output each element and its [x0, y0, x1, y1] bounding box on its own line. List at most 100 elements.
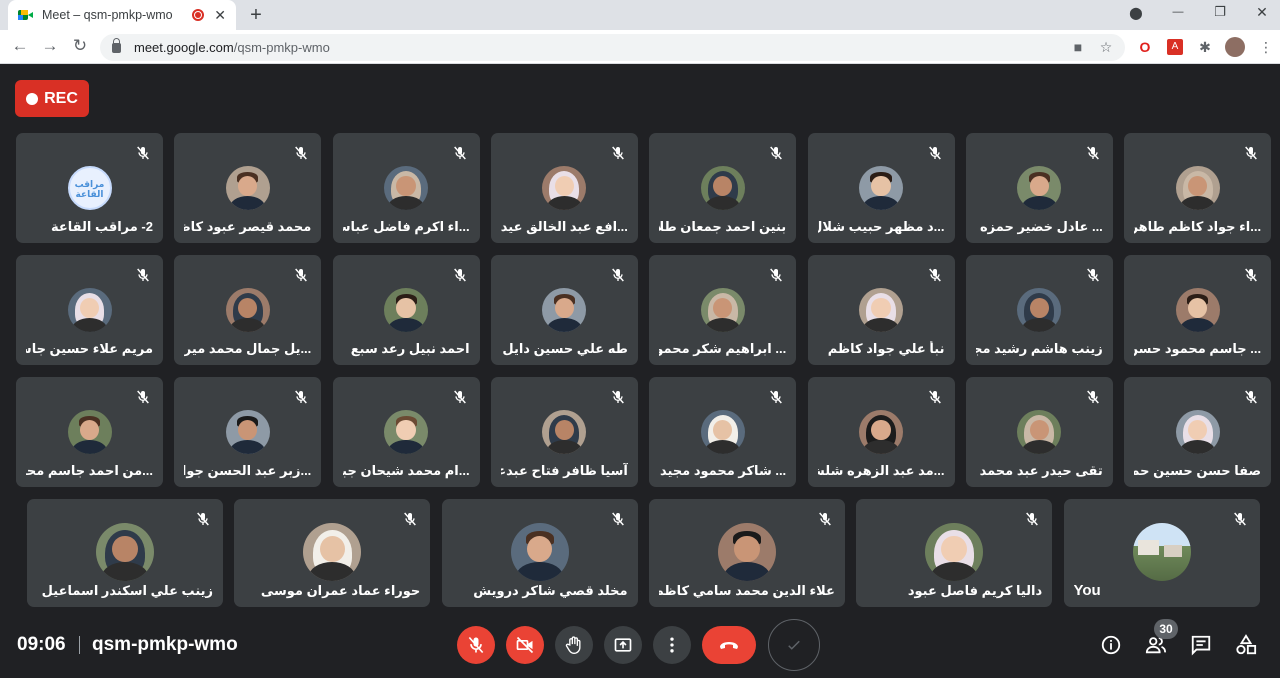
participant-tile[interactable]: حوراء عماد عمران موسى [234, 499, 431, 607]
opera-extension-icon[interactable]: O [1137, 39, 1153, 55]
participant-avatar [384, 166, 429, 210]
participant-name: ...ام محمد شيحان جبر [342, 463, 470, 478]
participant-tile[interactable]: ...ام محمد شيحان جبر [332, 377, 480, 487]
participant-tile[interactable]: نبأ علي جواد كاظم [807, 255, 955, 365]
participant-name: علاء الدين محمد سامي كاظم [658, 583, 835, 598]
participant-tile[interactable]: ...يل جمال محمد ميرزا [174, 255, 322, 365]
forward-arrow-icon[interactable]: → [40, 36, 60, 56]
participant-tile[interactable]: تقى حيدر عبد محمد [965, 377, 1113, 487]
phone-hangup-icon [720, 642, 738, 649]
participant-name: ...من احمد جاسم محمد [26, 463, 153, 478]
participant-tile[interactable]: احمد نبيل رعد سبع [332, 255, 480, 365]
mic-toggle-button[interactable] [457, 626, 495, 664]
participant-tile[interactable]: زينب هاشم رشيد مجيد [965, 255, 1113, 365]
participant-avatar [67, 410, 112, 454]
participant-name: مريم علاء حسين جاسم [26, 341, 153, 356]
activities-button[interactable] [1234, 633, 1258, 657]
chat-button[interactable] [1189, 633, 1213, 657]
participant-tile[interactable]: ... ابراهيم شكر محمود [649, 255, 797, 365]
participant-tile[interactable]: مخلد قصي شاكر درويش [441, 499, 638, 607]
hand-icon [565, 636, 581, 655]
participant-tile[interactable]: You [1063, 499, 1260, 607]
participant-name: ...زبر عبد الحسن جواد [184, 463, 312, 478]
present-screen-icon [614, 638, 632, 652]
participant-avatar [1175, 288, 1220, 332]
participant-name: ...افع عبد الخالق عيدان [500, 219, 628, 234]
participant-tile[interactable]: صفا حسن حسين حمد [1124, 377, 1272, 487]
participant-name: صفا حسن حسين حمد [1134, 463, 1262, 478]
mic-off-icon [768, 267, 784, 283]
participant-tile[interactable]: آسيا ظافر فتاح عبدعلي [490, 377, 638, 487]
back-arrow-icon[interactable]: ← [10, 36, 30, 56]
participant-name: ...اء اكرم فاضل عباس [342, 219, 470, 234]
participant-tile[interactable]: مريم علاء حسين جاسم [16, 255, 163, 365]
mic-off-icon [452, 267, 468, 283]
participant-tile[interactable]: ... شاكر محمود مجيد [649, 377, 797, 487]
participant-tile[interactable]: ...افع عبد الخالق عيدان [490, 133, 638, 243]
participant-tile[interactable]: ...مد عبد الزهره شلش [807, 377, 955, 487]
maximize-button[interactable]: ❐ [1210, 4, 1230, 20]
browser-tab-strip: Meet – qsm-pmkp-wmo ✕ + ⬤ — ❐ ✕ [0, 0, 1280, 30]
pdf-extension-icon[interactable]: A [1167, 39, 1183, 55]
participant-tile[interactable]: بنين احمد جمعان طلاع [649, 133, 797, 243]
omnibox[interactable]: meet.google.com/qsm-pmkp-wmo [100, 34, 1125, 61]
participant-avatar [859, 410, 903, 454]
meeting-code: qsm-pmkp-wmo [92, 634, 238, 655]
tab-close-button[interactable]: ✕ [214, 7, 226, 24]
participant-avatar [510, 523, 569, 581]
browser-tab[interactable]: Meet – qsm-pmkp-wmo ✕ [8, 0, 236, 30]
participant-tile[interactable]: علاء الدين محمد سامي كاظم [648, 499, 845, 607]
participant-name: ... شاكر محمود مجيد [660, 463, 787, 478]
participant-tile[interactable]: ... جاسم محمود حسن [1124, 255, 1272, 365]
participant-avatar [67, 288, 112, 332]
raise-hand-button[interactable] [555, 626, 593, 664]
new-tab-button[interactable]: + [246, 4, 266, 27]
browser-menu-icon[interactable]: ⋮ [1258, 39, 1274, 55]
participant-tile[interactable]: ...زبر عبد الحسن جواد [174, 377, 322, 487]
profile-avatar[interactable] [1225, 37, 1245, 57]
participant-name: احمد نبيل رعد سبع [350, 341, 470, 356]
extension-status-button[interactable] [768, 619, 820, 671]
participant-avatar [1017, 166, 1062, 210]
camera-permission-icon[interactable]: ■ [1070, 39, 1086, 55]
participant-avatar [700, 410, 745, 454]
participant-tile[interactable]: طه علي حسين دايل [490, 255, 638, 365]
participant-tile[interactable]: زينب علي اسكندر اسماعيل [27, 499, 223, 607]
address-toolbar: ← → ↻ meet.google.com/qsm-pmkp-wmo ■ ☆ O… [0, 30, 1280, 64]
mic-off-icon [195, 511, 211, 527]
participant-tile[interactable]: ... عادل خضير حمزه [965, 133, 1113, 243]
tab-search-icon[interactable]: ⬤ [1126, 6, 1146, 20]
mic-off-icon [610, 511, 626, 527]
participant-tile[interactable]: مراقب القاعة 2- مراقب القاعة [16, 133, 163, 243]
participant-tile[interactable]: محمد قيصر عبود كاظم [174, 133, 322, 243]
participant-avatar [859, 166, 903, 210]
mic-off-icon [1085, 145, 1101, 161]
window-close-button[interactable]: ✕ [1252, 4, 1272, 21]
mic-off-icon [293, 145, 309, 161]
extensions-puzzle-icon[interactable]: ✱ [1197, 39, 1213, 55]
meeting-details-button[interactable] [1099, 633, 1123, 657]
present-screen-button[interactable] [604, 626, 642, 664]
lock-icon [112, 37, 121, 53]
meeting-clock: 09:06 [17, 634, 66, 655]
reload-icon[interactable]: ↻ [70, 36, 90, 56]
mic-off-icon [1243, 389, 1259, 405]
more-options-button[interactable] [653, 626, 691, 664]
participant-tile[interactable]: ...اء اكرم فاضل عباس [332, 133, 480, 243]
participant-avatar [225, 288, 270, 332]
mic-off-icon [768, 145, 784, 161]
shapes-icon [1236, 634, 1257, 655]
participant-avatar [1017, 288, 1062, 332]
bookmark-star-icon[interactable]: ☆ [1098, 39, 1114, 55]
participant-avatar [700, 288, 745, 332]
leave-call-button[interactable] [702, 626, 756, 664]
participant-tile[interactable]: ...من احمد جاسم محمد [16, 377, 163, 487]
participant-tile[interactable]: ...اء جواد كاظم طاهر [1124, 133, 1272, 243]
mic-off-icon [135, 267, 151, 283]
mic-off-icon [452, 389, 468, 405]
minimize-button[interactable]: — [1168, 6, 1188, 18]
camera-toggle-button[interactable] [506, 626, 544, 664]
participant-tile[interactable]: داليا كريم فاصل عبود [856, 499, 1053, 607]
participant-avatar [384, 288, 429, 332]
participant-tile[interactable]: ...د مظهر حبيب شلال [807, 133, 955, 243]
